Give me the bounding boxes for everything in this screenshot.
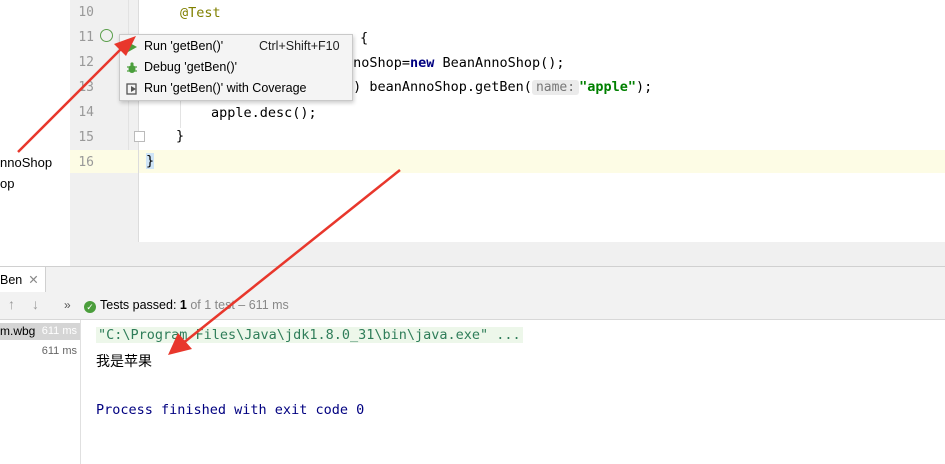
tests-passed-label: Tests passed: [100,298,177,312]
run-tool-window-tabbar: Ben ✕ [0,266,945,294]
menu-item-label: Run 'getBen()' with Coverage [144,81,307,95]
code-line-12: nnoShop=new BeanAnnoShop(); [345,55,564,71]
code-text: ); [635,79,653,95]
code-line-13: e) beanAnnoShop.getBen(name: "apple"); [345,79,652,95]
close-icon[interactable]: ✕ [28,273,38,287]
code-keyword: new [410,55,435,71]
console-command-line: "C:\Program Files\Java\jdk1.8.0_31\bin\j… [96,327,523,343]
code-text: nnoShop= [345,55,411,71]
test-status: ✓ Tests passed: 1 of 1 test – 611 ms [84,298,289,313]
chevron-right-icon[interactable]: » [64,298,71,312]
menu-item-shortcut: Ctrl+Shift+F10 [259,39,340,53]
code-text: e) beanAnnoShop.getBen( [345,79,532,95]
run-gutter-icon[interactable] [100,29,113,42]
line-number: 12 [78,55,94,70]
run-toolbar: ↑ ↓ » ✓ Tests passed: 1 of 1 test – 611 m… [0,292,945,320]
editor-bottom-strip [70,242,945,266]
project-tree-item[interactable]: nnoShop [0,155,52,170]
tests-passed-count: 1 [179,298,187,312]
tests-passed-detail: of 1 test – 611 ms [190,298,289,312]
coverage-icon [126,83,137,95]
line-number: 14 [78,105,94,120]
project-tree-item[interactable]: op [0,176,14,191]
fold-icon[interactable] [134,131,145,142]
menu-item-debug[interactable]: Debug 'getBen()' [120,57,352,78]
line-number: 10 [78,5,94,20]
line-number: 15 [78,130,94,145]
line-number: 13 [78,80,94,95]
check-icon: ✓ [84,301,96,313]
arrow-down-icon[interactable]: ↓ [32,296,39,312]
test-tree-row[interactable]: 611 ms [0,343,80,360]
test-name: m.wbg [0,324,36,338]
current-line-highlight [70,150,945,173]
tab-label: Ben [0,273,23,287]
test-results-tree: m.wbg 611 ms 611 ms [0,320,81,464]
test-duration: 611 ms [41,325,77,337]
test-tree-row[interactable]: m.wbg 611 ms [0,323,80,340]
arrow-up-icon[interactable]: ↑ [8,296,15,312]
debug-icon [127,62,137,73]
line-number: 16 [78,155,94,170]
run-context-menu: Run 'getBen()' Ctrl+Shift+F10 Debug 'get… [119,34,353,101]
indent-guide [180,100,181,128]
test-duration: 611 ms [41,345,77,357]
code-fragment: { [360,30,369,46]
console-stdout: 我是苹果 [96,354,152,370]
menu-item-label: Run 'getBen()' [144,39,224,53]
menu-item-run[interactable]: Run 'getBen()' Ctrl+Shift+F10 [120,36,352,57]
parameter-hint: name: [531,80,580,95]
console-exit-message: Process finished with exit code 0 [96,402,365,418]
line-number: 11 [78,30,94,45]
code-string: "apple" [579,79,636,95]
code-line-16: } [146,153,155,169]
tab-run-config[interactable]: Ben ✕ [0,267,46,293]
menu-item-coverage[interactable]: Run 'getBen()' with Coverage [120,78,352,99]
code-annotation: @Test [180,5,221,21]
code-text: BeanAnnoShop(); [434,55,565,71]
console-output[interactable]: "C:\Program Files\Java\jdk1.8.0_31\bin\j… [81,320,945,464]
code-line-14: apple.desc(); [211,105,317,121]
code-line-15: } [176,128,185,144]
menu-item-label: Debug 'getBen()' [144,60,238,74]
run-icon [128,42,137,52]
project-tree-panel: nnoShop op [0,0,71,266]
